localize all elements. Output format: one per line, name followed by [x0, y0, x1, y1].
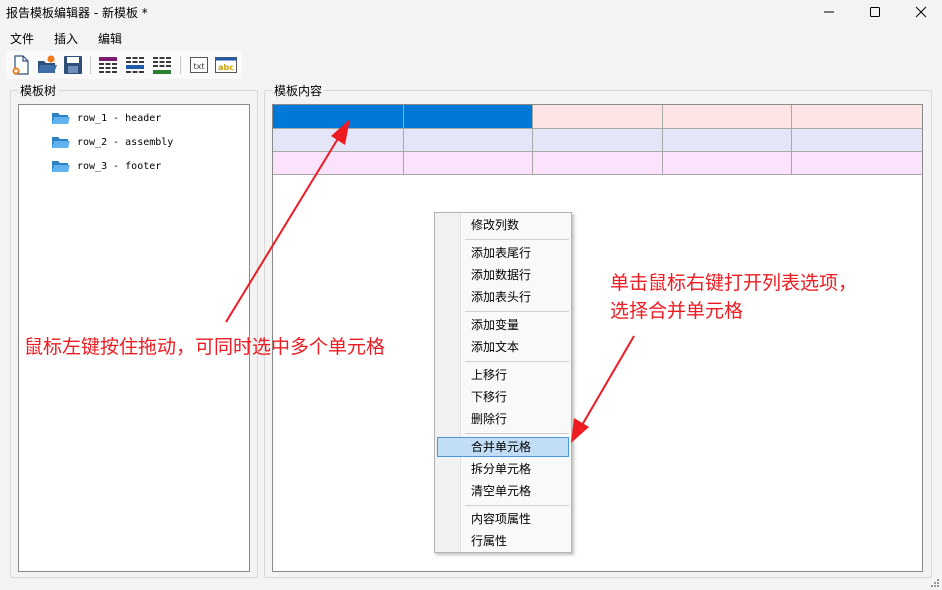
annotation-left: 鼠标左键按住拖动，可同时选中多个单元格: [24, 336, 386, 358]
table-cell-selected[interactable]: [273, 105, 404, 129]
new-file-icon: [12, 55, 29, 75]
toolbar-separator: [180, 56, 181, 74]
table-cell[interactable]: [533, 105, 663, 129]
menu-item-modify-columns[interactable]: 修改列数: [437, 215, 569, 235]
close-icon: [915, 6, 927, 18]
window-title: 报告模板编辑器 - 新模板 *: [6, 6, 148, 20]
table-cell[interactable]: [273, 152, 404, 175]
table-cell[interactable]: [792, 105, 922, 129]
folder-icon: [52, 161, 70, 172]
menu-item-add-variable[interactable]: 添加变量: [437, 315, 569, 335]
menu-file[interactable]: 文件: [10, 30, 34, 47]
folder-icon: [52, 137, 70, 148]
table-cell[interactable]: [404, 152, 533, 175]
save-icon: [64, 56, 82, 74]
menu-separator: [465, 433, 569, 434]
menu-item-add-data-row[interactable]: 添加数据行: [437, 265, 569, 285]
tree-item-label: row_2 - assembly: [77, 136, 174, 148]
table-header-icon: [99, 57, 117, 73]
maximize-button[interactable]: [852, 0, 898, 24]
menu-bar: 文件 插入 编辑: [0, 26, 942, 48]
tree-item-label: row_1 - header: [77, 112, 162, 124]
menu-edit[interactable]: 编辑: [98, 30, 122, 47]
text-icon: txt: [190, 57, 208, 73]
menu-item-move-row-down[interactable]: 下移行: [437, 387, 569, 407]
toolbar: txt abc: [6, 51, 242, 79]
maximize-icon: [870, 7, 880, 17]
minimize-icon: [824, 11, 834, 13]
template-tree-label: 模板树: [18, 82, 59, 99]
minimize-button[interactable]: [806, 0, 852, 24]
menu-item-content-properties[interactable]: 内容项属性: [437, 509, 569, 529]
menu-insert[interactable]: 插入: [54, 30, 78, 47]
open-folder-icon: [38, 55, 57, 73]
variable-icon: abc: [215, 57, 237, 73]
table-cell-selected[interactable]: [404, 105, 533, 129]
menu-item-add-text[interactable]: 添加文本: [437, 337, 569, 357]
annotation-right-line-1: 单击鼠标右键打开列表选项，: [610, 272, 858, 294]
table-cell[interactable]: [792, 129, 922, 152]
menu-separator: [465, 239, 569, 240]
menu-item-delete-row[interactable]: 删除行: [437, 409, 569, 429]
annotation-right-line-2: 选择合并单元格: [610, 300, 744, 322]
table-cell[interactable]: [663, 152, 792, 175]
menu-separator: [465, 311, 569, 312]
table-cell[interactable]: [533, 152, 663, 175]
toolbar-separator: [90, 56, 91, 74]
close-button[interactable]: [898, 0, 942, 24]
new-file-button[interactable]: [10, 54, 32, 76]
add-text-button[interactable]: txt: [188, 54, 210, 76]
folder-icon: [52, 113, 70, 124]
menu-item-split-cell[interactable]: 拆分单元格: [437, 459, 569, 479]
menu-separator: [465, 361, 569, 362]
table-cell[interactable]: [663, 105, 792, 129]
add-variable-button[interactable]: abc: [214, 54, 237, 76]
menu-item-clear-cell[interactable]: 清空单元格: [437, 481, 569, 501]
open-file-button[interactable]: [36, 54, 58, 76]
table-cell[interactable]: [533, 129, 663, 152]
tree-item-row-2[interactable]: row_2 - assembly: [51, 133, 173, 151]
menu-item-add-footer-row[interactable]: 添加表尾行: [437, 243, 569, 263]
context-menu: 修改列数 添加表尾行 添加数据行 添加表头行 添加变量 添加文本 上移行 下移行…: [434, 212, 572, 553]
add-header-row-button[interactable]: [97, 54, 119, 76]
menu-separator: [465, 505, 569, 506]
template-content-label: 模板内容: [272, 82, 325, 99]
tree-item-label: row_3 - footer: [77, 160, 162, 172]
table-cell[interactable]: [273, 129, 404, 152]
title-bar: 报告模板编辑器 - 新模板 *: [0, 0, 942, 24]
save-button[interactable]: [62, 54, 84, 76]
add-data-row-button[interactable]: [124, 54, 146, 76]
menu-item-row-properties[interactable]: 行属性: [437, 531, 569, 551]
add-footer-row-button[interactable]: [151, 54, 173, 76]
table-footer-icon: [153, 57, 171, 74]
tree-item-row-1[interactable]: row_1 - header: [51, 109, 161, 127]
tree-item-row-3[interactable]: row_3 - footer: [51, 157, 161, 175]
svg-text:abc: abc: [218, 63, 234, 72]
menu-item-add-header-row[interactable]: 添加表头行: [437, 287, 569, 307]
menu-item-move-row-up[interactable]: 上移行: [437, 365, 569, 385]
table-cell[interactable]: [404, 129, 533, 152]
svg-text:txt: txt: [193, 62, 204, 71]
table-data-icon: [126, 57, 144, 73]
table-cell[interactable]: [792, 152, 922, 175]
resize-grip-icon[interactable]: [930, 578, 940, 588]
table-cell[interactable]: [663, 129, 792, 152]
menu-item-merge-cells[interactable]: 合并单元格: [437, 437, 569, 457]
